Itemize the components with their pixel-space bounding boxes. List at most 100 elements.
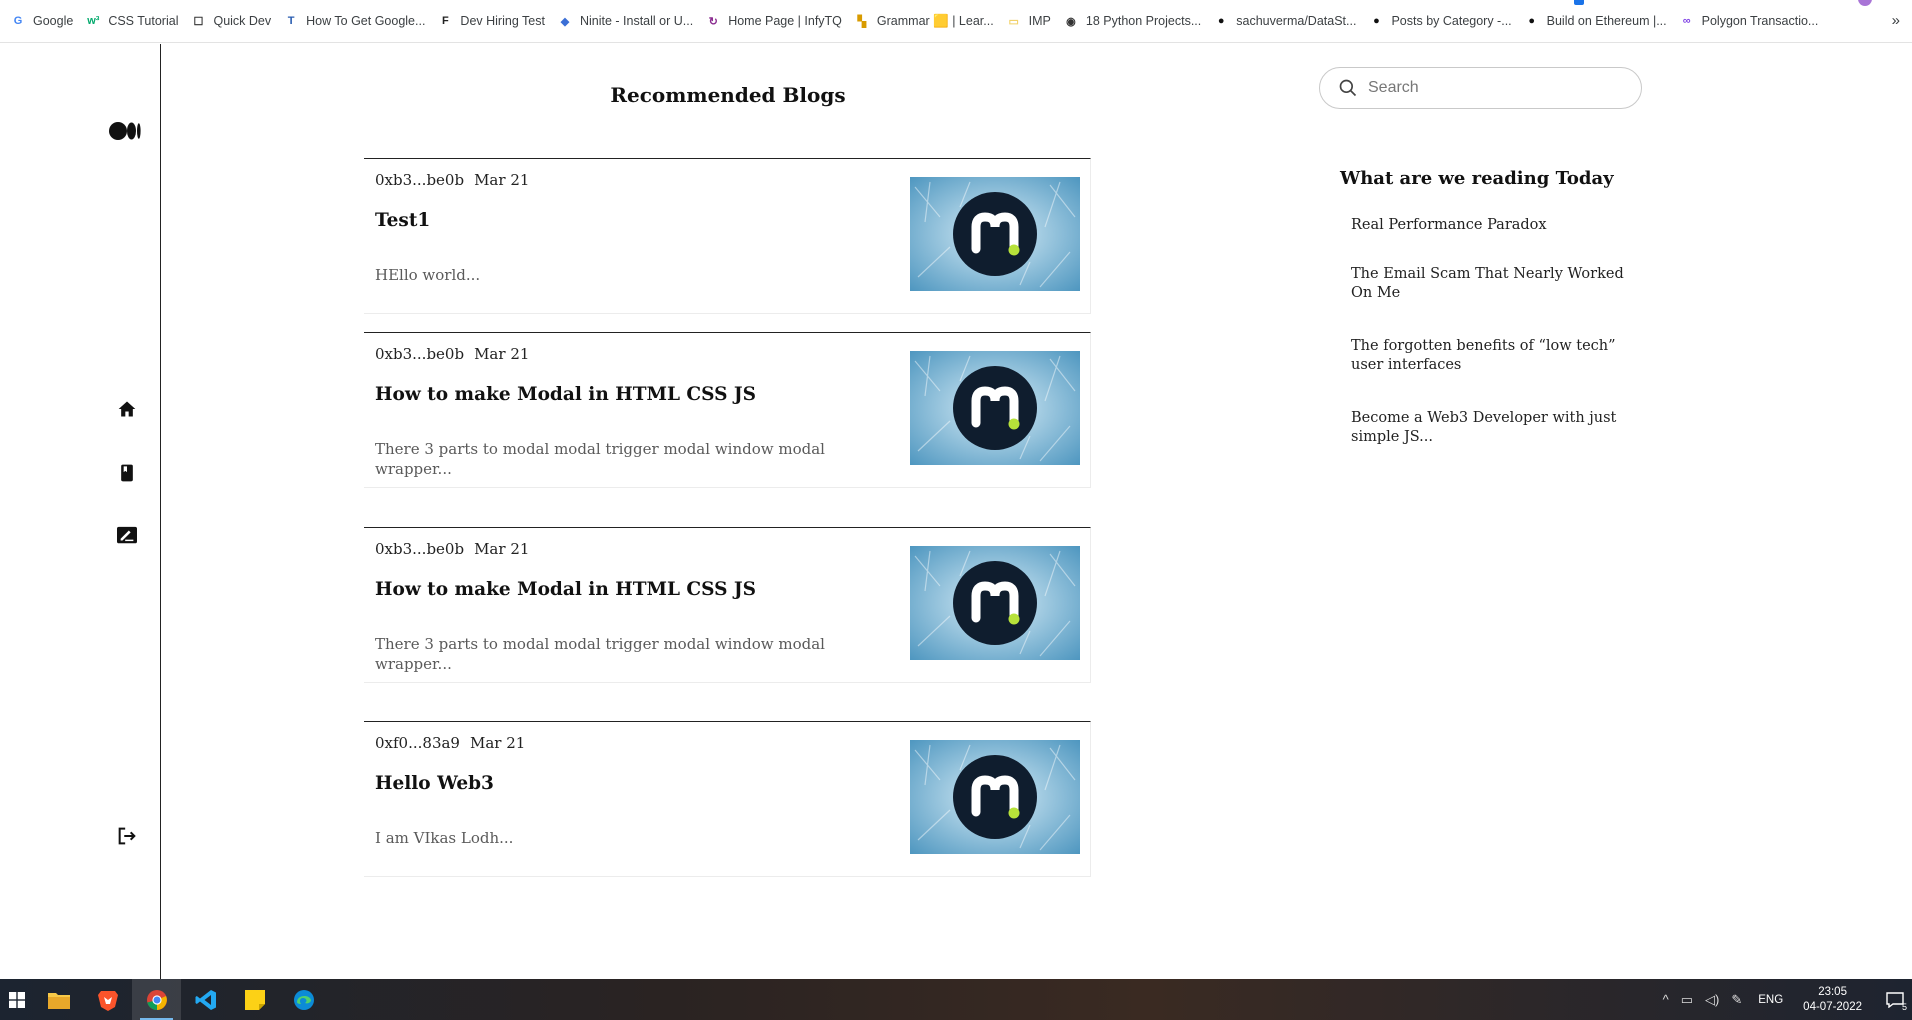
ninite-icon: ◆ [560,15,570,28]
post-author[interactable]: 0xf0...83a9 [375,734,460,752]
bookmark-6[interactable]: ↻ Home Page | InfyTQ [701,7,850,35]
post-author[interactable]: 0xb3...be0b [375,540,464,558]
post-meta: 0xf0...83a9 Mar 21 [375,734,525,752]
volume-icon[interactable]: ◁) [1705,992,1719,1008]
main-feed: Recommended Blogs 0xb3...be0b Mar 21 Test… [161,44,1295,979]
bookmark-4[interactable]: F Dev Hiring Test [433,7,553,35]
bookmark-3[interactable]: T How To Get Google... [279,7,433,35]
pen-icon[interactable]: ✎ [1731,992,1742,1008]
post-card[interactable]: 0xb3...be0b Mar 21 How to make Modal in H… [364,527,1091,683]
post-title[interactable]: How to make Modal in HTML CSS JS [375,384,756,405]
system-tray: ^ ▭ ◁) ✎ ENG 23:05 04-07-2022 5 [1657,979,1912,1020]
clock-date: 04-07-2022 [1803,1000,1862,1013]
windows-taskbar: ^ ▭ ◁) ✎ ENG 23:05 04-07-2022 5 [0,979,1912,1020]
language-indicator[interactable]: ENG [1758,994,1783,1006]
bookmark-2[interactable]: ☐ Quick Dev [186,7,279,35]
file-explorer-icon[interactable] [34,979,83,1020]
logout-icon[interactable] [114,823,140,849]
home-icon[interactable] [114,396,140,422]
reading-item[interactable]: Real Performance Paradox [1351,216,1641,235]
post-thumbnail[interactable] [910,740,1080,854]
github-icon: ● [1217,15,1225,27]
bookmark-9[interactable]: ◉ 18 Python Projects... [1059,7,1209,35]
bookmark-12[interactable]: ● Build on Ethereum |... [1520,7,1675,35]
medium-logo-icon[interactable] [109,122,141,140]
bookmarks-bar: G Google w³ CSS Tutorial ☐ Quick Dev T How To G… [0,0,1912,43]
folder-icon: ▭ [1008,15,1019,28]
notification-count: 5 [1901,1002,1907,1012]
bookmark-label: Home Page | InfyTQ [728,14,842,28]
post-excerpt: I am VIkas Lodh... [375,829,514,847]
post-thumbnail[interactable] [910,546,1080,660]
grammar-icon: ▚ [857,15,867,28]
post-thumbnail-image [910,546,1080,660]
post-author[interactable]: 0xb3...be0b [375,345,464,363]
post-title[interactable]: Test1 [375,210,430,231]
blog-icon: ● [1373,15,1380,27]
bookmark-label: Grammar 🟨 | Lear... [876,13,994,28]
clock-time: 23:05 [1818,985,1847,998]
bookmark-8[interactable]: ▭ IMP [1002,7,1059,35]
bookmark-11[interactable]: ● Posts by Category -... [1364,7,1519,35]
sticky-notes-icon[interactable] [230,979,279,1020]
python-icon: ◉ [1066,15,1076,28]
tutorial-icon: T [287,15,295,27]
post-title[interactable]: Hello Web3 [375,773,494,794]
bookmark-label: Build on Ethereum |... [1546,14,1667,28]
post-meta: 0xb3...be0b Mar 21 [375,171,529,189]
bookmark-label: CSS Tutorial [108,14,179,28]
profile-avatar[interactable] [1858,0,1872,6]
clock[interactable]: 23:05 04-07-2022 [1803,985,1862,1015]
bookmark-1[interactable]: w³ CSS Tutorial [81,7,186,35]
search-box[interactable] [1319,67,1642,109]
reading-list: Real Performance Paradox The Email Scam T… [1351,216,1641,481]
bookmark-0[interactable]: G Google [6,7,81,35]
chrome-icon[interactable] [132,979,181,1020]
write-icon[interactable] [114,523,140,549]
search-input[interactable] [1368,79,1618,97]
reading-item[interactable]: The Email Scam That Nearly Worked On Me [1351,265,1641,303]
reading-item[interactable]: The forgotten benefits of “low tech” use… [1351,337,1641,375]
post-card[interactable]: 0xf0...83a9 Mar 21 Hello Web3 I am VIkas … [364,721,1091,877]
search-icon [1339,79,1357,97]
left-sidebar [0,44,161,979]
right-sidebar: What are we reading Today Real Performan… [1296,44,1912,979]
bookmarks-overflow-button[interactable]: » [1892,12,1900,29]
chevron-up-icon[interactable]: ^ [1663,992,1669,1007]
vscode-icon[interactable] [181,979,230,1020]
reading-item[interactable]: Become a Web3 Developer with just simple… [1351,409,1641,447]
post-meta: 0xb3...be0b Mar 21 [375,345,529,363]
bookmark-label: Posts by Category -... [1391,14,1512,28]
post-excerpt: There 3 parts to modal modal trigger mod… [375,440,825,478]
post-thumbnail[interactable] [910,177,1080,291]
post-thumbnail[interactable] [910,351,1080,465]
bookmark-13[interactable]: ∞ Polygon Transactio... [1675,7,1827,35]
bookmark-icon[interactable] [114,460,140,486]
post-card[interactable]: 0xb3...be0b Mar 21 Test1 HEllo world... [364,158,1091,314]
bookmark-label: Polygon Transactio... [1701,14,1819,28]
post-title[interactable]: How to make Modal in HTML CSS JS [375,579,756,600]
post-date: Mar 21 [474,540,530,558]
notification-center-button[interactable]: 5 [1878,979,1912,1020]
ethereum-icon: ● [1528,15,1535,27]
bookmark-label: Dev Hiring Test [460,14,545,28]
google-icon: G [13,15,23,27]
post-date: Mar 21 [469,734,526,752]
bookmark-label: How To Get Google... [306,14,426,28]
network-icon[interactable]: ▭ [1681,992,1693,1008]
bookmark-7[interactable]: ▚ Grammar 🟨 | Lear... [850,7,1002,35]
windows-start-icon[interactable] [0,979,34,1020]
post-excerpt: There 3 parts to modal modal trigger mod… [375,635,825,673]
feed-title: Recommended Blogs [610,83,846,107]
post-date: Mar 21 [474,171,530,189]
w3schools-icon: w³ [87,15,100,27]
post-card[interactable]: 0xb3...be0b Mar 21 How to make Modal in H… [364,332,1091,488]
bookmark-10[interactable]: ● sachuverma/DataSt... [1209,7,1364,35]
edge-icon[interactable] [279,979,328,1020]
post-thumbnail-image [910,740,1080,854]
f-icon: F [442,15,449,27]
post-author[interactable]: 0xb3...be0b [375,171,464,189]
bookmark-5[interactable]: ◆ Ninite - Install or U... [553,7,701,35]
brave-icon[interactable] [83,979,132,1020]
bookmarks-list: G Google w³ CSS Tutorial ☐ Quick Dev T How To G… [6,7,1826,35]
